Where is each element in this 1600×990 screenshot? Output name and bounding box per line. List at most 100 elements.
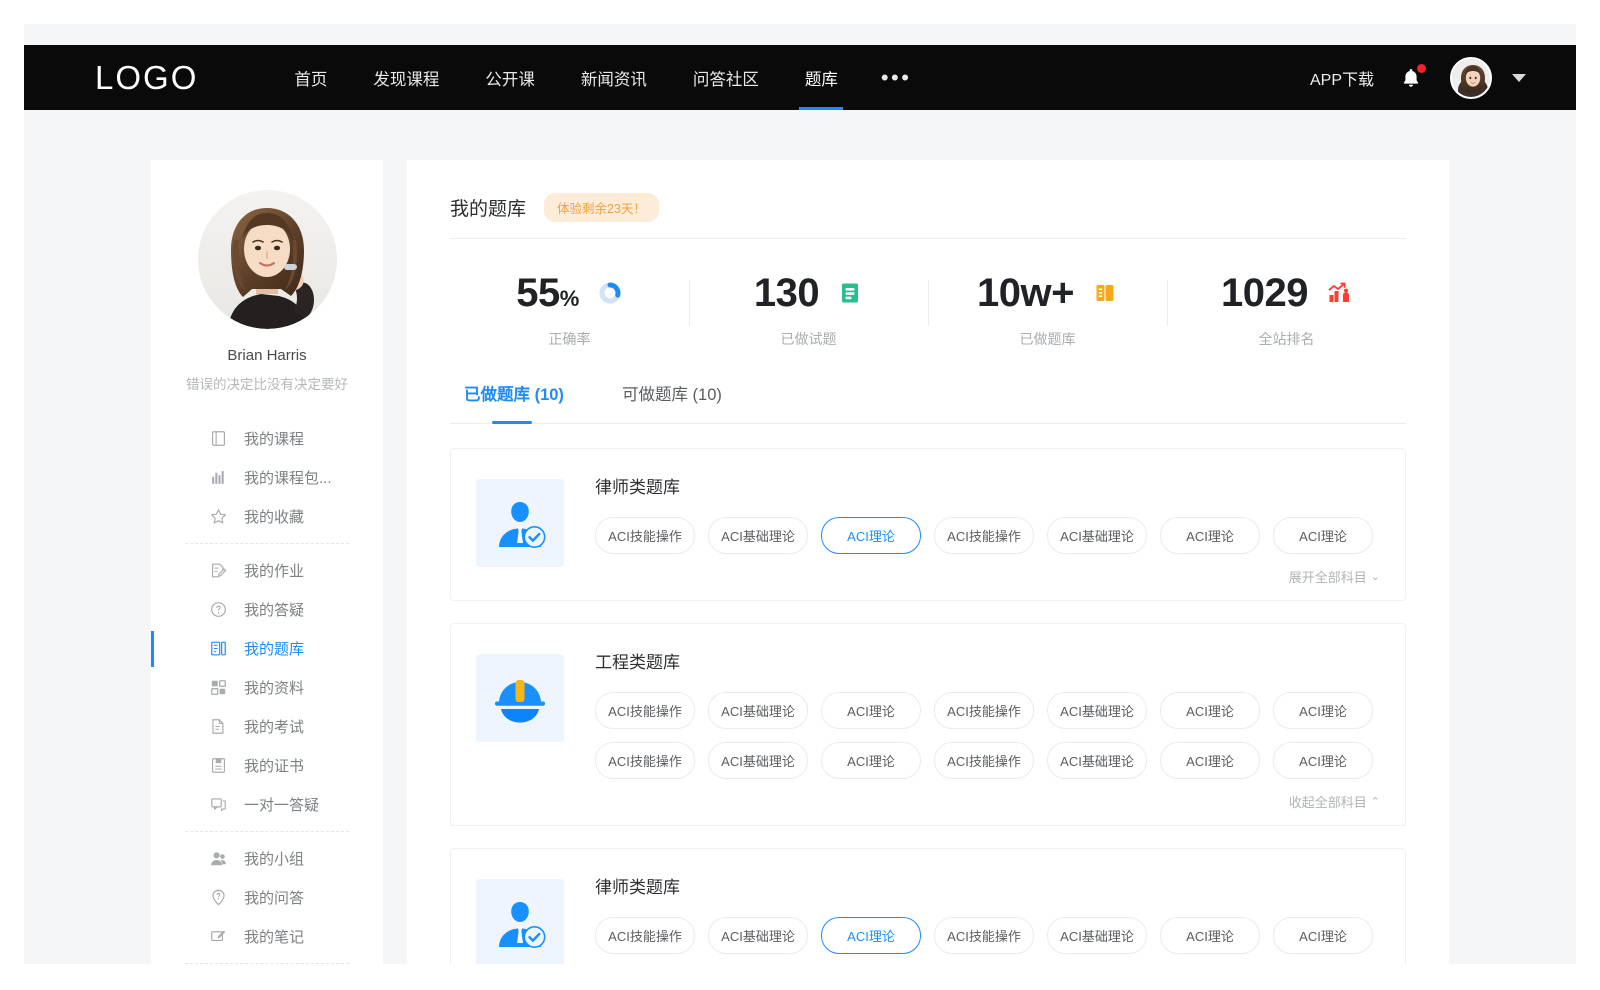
nav-link-0[interactable]: 首页 xyxy=(271,45,350,110)
sidebar-item-label: 我的题库 xyxy=(244,638,304,659)
user-avatar-image xyxy=(1452,59,1492,99)
subject-tag[interactable]: ACI基础理论 xyxy=(1047,517,1147,554)
sidebar-item-label: 一对一答疑 xyxy=(244,794,319,815)
subject-tag[interactable]: ACI理论 xyxy=(1273,692,1373,729)
profile-photo[interactable] xyxy=(198,190,337,329)
subject-tag[interactable]: ACI基础理论 xyxy=(708,917,808,954)
sidebar-item-14[interactable]: 我的笔记 xyxy=(151,917,383,956)
stat-number: 10w+ xyxy=(977,271,1074,315)
nav-link-4[interactable]: 问答社区 xyxy=(670,45,782,110)
subject-tag[interactable]: ACI理论 xyxy=(1160,692,1260,729)
nav-link-5[interactable]: 题库 xyxy=(782,45,861,110)
subject-tag[interactable]: ACI基础理论 xyxy=(1047,692,1147,729)
site-logo[interactable]: LOGO xyxy=(95,59,198,97)
question-bank-icon xyxy=(209,639,228,658)
subject-tag[interactable]: ACI理论 xyxy=(1273,917,1373,954)
sidebar-item-0[interactable]: 我的课程 xyxy=(151,419,383,458)
stat-card-2[interactable]: 10w+ 已做题库 xyxy=(928,273,1167,349)
card-title: 律师类题库 xyxy=(595,873,1380,898)
trial-status-badge: 体验剩余23天！ xyxy=(544,193,659,222)
sidebar-divider xyxy=(185,831,349,832)
top-navigation-bar: LOGO 首页发现课程公开课新闻资讯问答社区题库 ••• APP下载 xyxy=(24,45,1576,110)
sidebar-item-label: 我的资料 xyxy=(244,677,304,698)
sidebar-item-9[interactable]: 我的证书 xyxy=(151,746,383,785)
subject-tag[interactable]: ACI理论 xyxy=(1160,917,1260,954)
stat-card-1[interactable]: 130 已做试题 xyxy=(689,273,928,349)
users-icon xyxy=(209,849,228,868)
subject-tag[interactable]: ACI技能操作 xyxy=(934,917,1034,954)
card-body: 工程类题库ACI技能操作ACI基础理论ACI理论ACI技能操作ACI基础理论AC… xyxy=(595,646,1380,811)
card-title: 律师类题库 xyxy=(595,473,1380,498)
expand-subjects-link[interactable]: 收起全部科目⌃ xyxy=(1289,792,1380,811)
note-pen-icon xyxy=(209,927,228,946)
sidebar-item-8[interactable]: 我的考试 xyxy=(151,707,383,746)
content-tabs: 已做题库 (10) 可做题库 (10) xyxy=(450,371,1406,424)
nav-right-group: APP下载 xyxy=(1310,57,1526,99)
sidebar-item-7[interactable]: 我的资料 xyxy=(151,668,383,707)
stat-label: 已做试题 xyxy=(781,329,837,349)
stat-label: 全站排名 xyxy=(1259,329,1315,349)
tag-row: ACI技能操作 ACI基础理论 ACI理论 ACI技能操作 ACI基础理论 ACI理论 AC… xyxy=(595,742,1380,779)
subject-tag[interactable]: ACI技能操作 xyxy=(934,742,1034,779)
nav-link-2[interactable]: 公开课 xyxy=(462,45,558,110)
sidebar-item-12[interactable]: 我的小组 xyxy=(151,839,383,878)
notification-badge-dot xyxy=(1417,64,1426,73)
sidebar-item-4[interactable]: 我的作业 xyxy=(151,551,383,590)
page-title: 我的题库 xyxy=(450,194,526,221)
tab-0[interactable]: 已做题库 (10) xyxy=(464,381,564,423)
nav-link-1[interactable]: 发现课程 xyxy=(350,45,462,110)
subject-tag[interactable]: ACI理论 xyxy=(821,517,921,554)
subject-tag[interactable]: ACI理论 xyxy=(821,742,921,779)
subject-tag[interactable]: ACI基础理论 xyxy=(1047,917,1147,954)
subject-tag[interactable]: ACI技能操作 xyxy=(595,917,695,954)
subject-tag[interactable]: ACI理论 xyxy=(821,917,921,954)
stat-value-row: 1029 xyxy=(1221,273,1352,313)
subject-tag[interactable]: ACI技能操作 xyxy=(595,517,695,554)
sidebar-item-5[interactable]: 我的答疑 xyxy=(151,590,383,629)
subject-tag[interactable]: ACI技能操作 xyxy=(934,692,1034,729)
sidebar-item-10[interactable]: 一对一答疑 xyxy=(151,785,383,824)
user-avatar[interactable] xyxy=(1450,57,1492,99)
subject-tag[interactable]: ACI理论 xyxy=(1273,517,1373,554)
subject-tag[interactable]: ACI基础理论 xyxy=(708,692,808,729)
nav-link-3[interactable]: 新闻资讯 xyxy=(558,45,670,110)
stat-value-row: 130 xyxy=(754,273,863,313)
stat-label: 正确率 xyxy=(549,329,591,349)
lawyer-avatar-icon xyxy=(476,879,564,964)
stat-label: 已做题库 xyxy=(1020,329,1076,349)
app-download-link[interactable]: APP下载 xyxy=(1310,66,1374,90)
subject-tag[interactable]: ACI理论 xyxy=(1160,517,1260,554)
tag-row: ACI技能操作 ACI基础理论 ACI理论 ACI技能操作 ACI基础理论 ACI理论 AC… xyxy=(595,517,1380,554)
expand-subjects-link[interactable]: 展开全部科目⌄ xyxy=(1289,567,1380,586)
subject-tag[interactable]: ACI技能操作 xyxy=(595,742,695,779)
subject-tag[interactable]: ACI基础理论 xyxy=(708,517,808,554)
subject-tag[interactable]: ACI理论 xyxy=(821,692,921,729)
subject-tag[interactable]: ACI理论 xyxy=(1273,742,1373,779)
subject-tag[interactable]: ACI基础理论 xyxy=(1047,742,1147,779)
chevron-down-icon[interactable] xyxy=(1512,74,1526,82)
sidebar-item-2[interactable]: 我的收藏 xyxy=(151,497,383,536)
subject-tag[interactable]: ACI技能操作 xyxy=(934,517,1034,554)
sidebar-item-13[interactable]: 我的问答 xyxy=(151,878,383,917)
stat-card-0[interactable]: 55%正确率 xyxy=(450,273,689,349)
donut-progress-icon xyxy=(597,280,623,306)
subject-tag[interactable]: ACI技能操作 xyxy=(595,692,695,729)
main-panel: 我的题库 体验剩余23天！ 55%正确率 130 已做试题 10w+ 已做题库 1029 全… xyxy=(407,160,1449,964)
star-icon xyxy=(209,507,228,526)
notification-bell-button[interactable] xyxy=(1400,64,1424,92)
sidebar-item-label: 我的作业 xyxy=(244,560,304,581)
tab-1[interactable]: 可做题库 (10) xyxy=(622,381,722,423)
orange-book-icon xyxy=(1092,280,1118,306)
hard-hat-icon xyxy=(476,654,564,742)
sidebar-item-label: 我的考试 xyxy=(244,716,304,737)
sidebar-item-label: 我的证书 xyxy=(244,755,304,776)
sidebar-item-1[interactable]: 我的课程包... xyxy=(151,458,383,497)
card-body: 律师类题库ACI技能操作ACI基础理论ACI理论ACI技能操作ACI基础理论AC… xyxy=(595,471,1380,586)
subject-tag[interactable]: ACI理论 xyxy=(1160,742,1260,779)
app-frame: LOGO 首页发现课程公开课新闻资讯问答社区题库 ••• APP下载 xyxy=(24,24,1576,964)
sidebar-item-6[interactable]: 我的题库 xyxy=(151,629,383,668)
nav-more-icon[interactable]: ••• xyxy=(861,45,932,110)
subject-tag[interactable]: ACI基础理论 xyxy=(708,742,808,779)
sidebar-item-label: 我的答疑 xyxy=(244,599,304,620)
stat-card-3[interactable]: 1029 全站排名 xyxy=(1167,273,1406,349)
